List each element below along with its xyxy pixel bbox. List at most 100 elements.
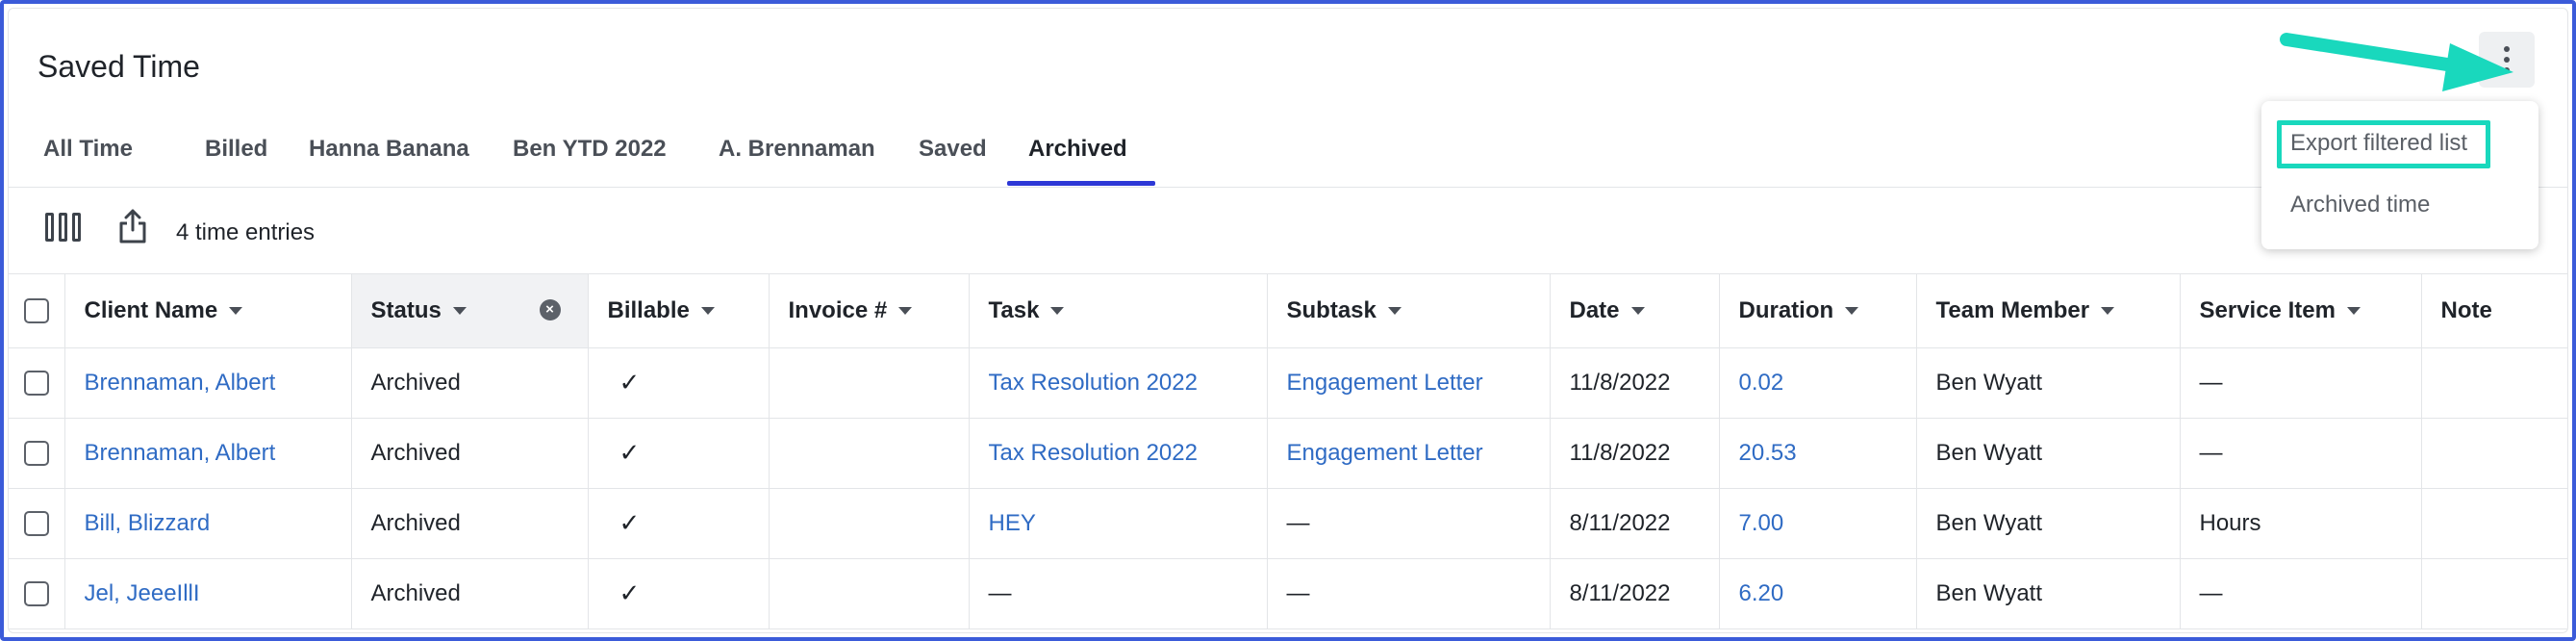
service-item-cell: — [2180, 418, 2422, 489]
time-entries-table: Client Name Status × Billable Invoice # T… [9, 274, 2567, 629]
caret-down-icon [2346, 307, 2361, 316]
duration-link[interactable]: 0.02 [1739, 370, 1784, 396]
caret-down-icon [700, 307, 715, 316]
billable-cell: ✓ [588, 347, 770, 419]
share-icon[interactable] [118, 209, 147, 244]
task-cell: — [969, 558, 1268, 629]
billable-cell: ✓ [588, 418, 770, 489]
table-header-row: Client Name Status × Billable Invoice # T… [9, 274, 2567, 348]
subtask-cell: Engagement Letter [1267, 347, 1551, 419]
page-title: Saved Time [38, 49, 200, 84]
client-name-cell: Brennaman, Albert [64, 418, 352, 489]
task-link[interactable]: Tax Resolution 2022 [989, 370, 1198, 396]
client-link[interactable]: Brennaman, Albert [85, 440, 276, 466]
billable-cell: ✓ [588, 558, 770, 629]
menu-item-archived-time[interactable]: Archived time [2290, 192, 2430, 218]
caret-down-icon [1387, 307, 1402, 316]
date-cell: 8/11/2022 [1550, 488, 1720, 559]
status-cell: Archived [351, 488, 589, 559]
date-cell: 8/11/2022 [1550, 558, 1720, 629]
caret-down-icon [1845, 307, 1859, 316]
service-item-cell: — [2180, 558, 2422, 629]
table-row[interactable]: Jel, JeeeIllI Archived ✓ — — 8/11/2022 6… [9, 558, 2567, 629]
caret-down-icon [229, 307, 243, 316]
table-toolbar: 4 time entries [9, 188, 2567, 274]
invoice-cell [769, 558, 970, 629]
client-link[interactable]: Jel, JeeeIllI [85, 580, 200, 606]
subtask-cell: — [1267, 488, 1551, 559]
active-tab-indicator [1007, 181, 1155, 186]
row-checkbox[interactable] [23, 371, 49, 397]
subtask-cell: Engagement Letter [1267, 418, 1551, 489]
tab-all-time[interactable]: All Time [43, 136, 133, 163]
caret-down-icon [898, 307, 913, 316]
status-cell: Archived [351, 347, 589, 419]
client-name-cell: Brennaman, Albert [64, 347, 352, 419]
billable-cell: ✓ [588, 488, 770, 559]
tab-billed[interactable]: Billed [205, 136, 267, 163]
caret-down-icon [1050, 307, 1065, 316]
note-cell [2421, 347, 2567, 419]
saved-time-panel: Saved Time All Time Billed Hanna Banana … [8, 8, 2568, 633]
row-select-cell [9, 488, 65, 559]
client-link[interactable]: Bill, Blizzard [85, 510, 211, 536]
more-vertical-icon [2504, 46, 2510, 52]
column-header-client-name[interactable]: Client Name [64, 274, 352, 348]
duration-link[interactable]: 6.20 [1739, 580, 1784, 606]
client-name-cell: Bill, Blizzard [64, 488, 352, 559]
tab-saved[interactable]: Saved [919, 136, 987, 163]
duration-cell: 6.20 [1719, 558, 1917, 629]
client-name-cell: Jel, JeeeIllI [64, 558, 352, 629]
tab-ben-ytd-2022[interactable]: Ben YTD 2022 [513, 136, 667, 163]
row-select-cell [9, 418, 65, 489]
caret-down-icon [1630, 307, 1645, 316]
table-row[interactable]: Brennaman, Albert Archived ✓ Tax Resolut… [9, 347, 2567, 419]
note-cell [2421, 558, 2567, 629]
select-all-checkbox[interactable] [23, 298, 49, 324]
table-row[interactable]: Bill, Blizzard Archived ✓ HEY — 8/11/202… [9, 488, 2567, 559]
columns-icon[interactable] [45, 213, 82, 242]
check-icon: ✓ [619, 368, 641, 397]
column-header-note[interactable]: Note [2421, 274, 2567, 348]
column-header-invoice[interactable]: Invoice # [769, 274, 970, 348]
tab-hanna-banana[interactable]: Hanna Banana [309, 136, 469, 163]
column-header-duration[interactable]: Duration [1719, 274, 1917, 348]
check-icon: ✓ [619, 578, 641, 607]
duration-cell: 7.00 [1719, 488, 1917, 559]
subtask-link[interactable]: Engagement Letter [1287, 440, 1483, 466]
row-checkbox[interactable] [23, 511, 49, 537]
subtask-link[interactable]: Engagement Letter [1287, 370, 1483, 396]
duration-link[interactable]: 20.53 [1739, 440, 1797, 466]
column-header-subtask[interactable]: Subtask [1267, 274, 1551, 348]
duration-link[interactable]: 7.00 [1739, 510, 1784, 536]
row-select-cell [9, 347, 65, 419]
task-link[interactable]: Tax Resolution 2022 [989, 440, 1198, 466]
column-header-team-member[interactable]: Team Member [1916, 274, 2181, 348]
service-item-cell: — [2180, 347, 2422, 419]
more-options-button[interactable] [2479, 32, 2535, 88]
column-header-billable[interactable]: Billable [588, 274, 770, 348]
clear-filter-icon[interactable]: × [539, 298, 561, 320]
duration-cell: 0.02 [1719, 347, 1917, 419]
check-icon: ✓ [619, 438, 641, 467]
date-cell: 11/8/2022 [1550, 418, 1720, 489]
table-row[interactable]: Brennaman, Albert Archived ✓ Tax Resolut… [9, 418, 2567, 489]
row-checkbox[interactable] [23, 441, 49, 467]
entries-count: 4 time entries [176, 219, 316, 245]
column-header-status[interactable]: Status × [351, 274, 589, 348]
team-member-cell: Ben Wyatt [1916, 488, 2181, 559]
column-header-task[interactable]: Task [969, 274, 1268, 348]
task-link[interactable]: HEY [989, 510, 1036, 536]
note-cell [2421, 418, 2567, 489]
tab-archived[interactable]: Archived [1028, 136, 1127, 163]
tab-bar: All Time Billed Hanna Banana Ben YTD 202… [9, 115, 2567, 188]
column-header-date[interactable]: Date [1550, 274, 1720, 348]
annotation-highlight-box [2277, 120, 2490, 168]
row-checkbox[interactable] [23, 581, 49, 607]
status-cell: Archived [351, 418, 589, 489]
tab-a-brennaman[interactable]: A. Brennaman [719, 136, 875, 163]
client-link[interactable]: Brennaman, Albert [85, 370, 276, 396]
date-cell: 11/8/2022 [1550, 347, 1720, 419]
duration-cell: 20.53 [1719, 418, 1917, 489]
column-header-service-item[interactable]: Service Item [2180, 274, 2422, 348]
